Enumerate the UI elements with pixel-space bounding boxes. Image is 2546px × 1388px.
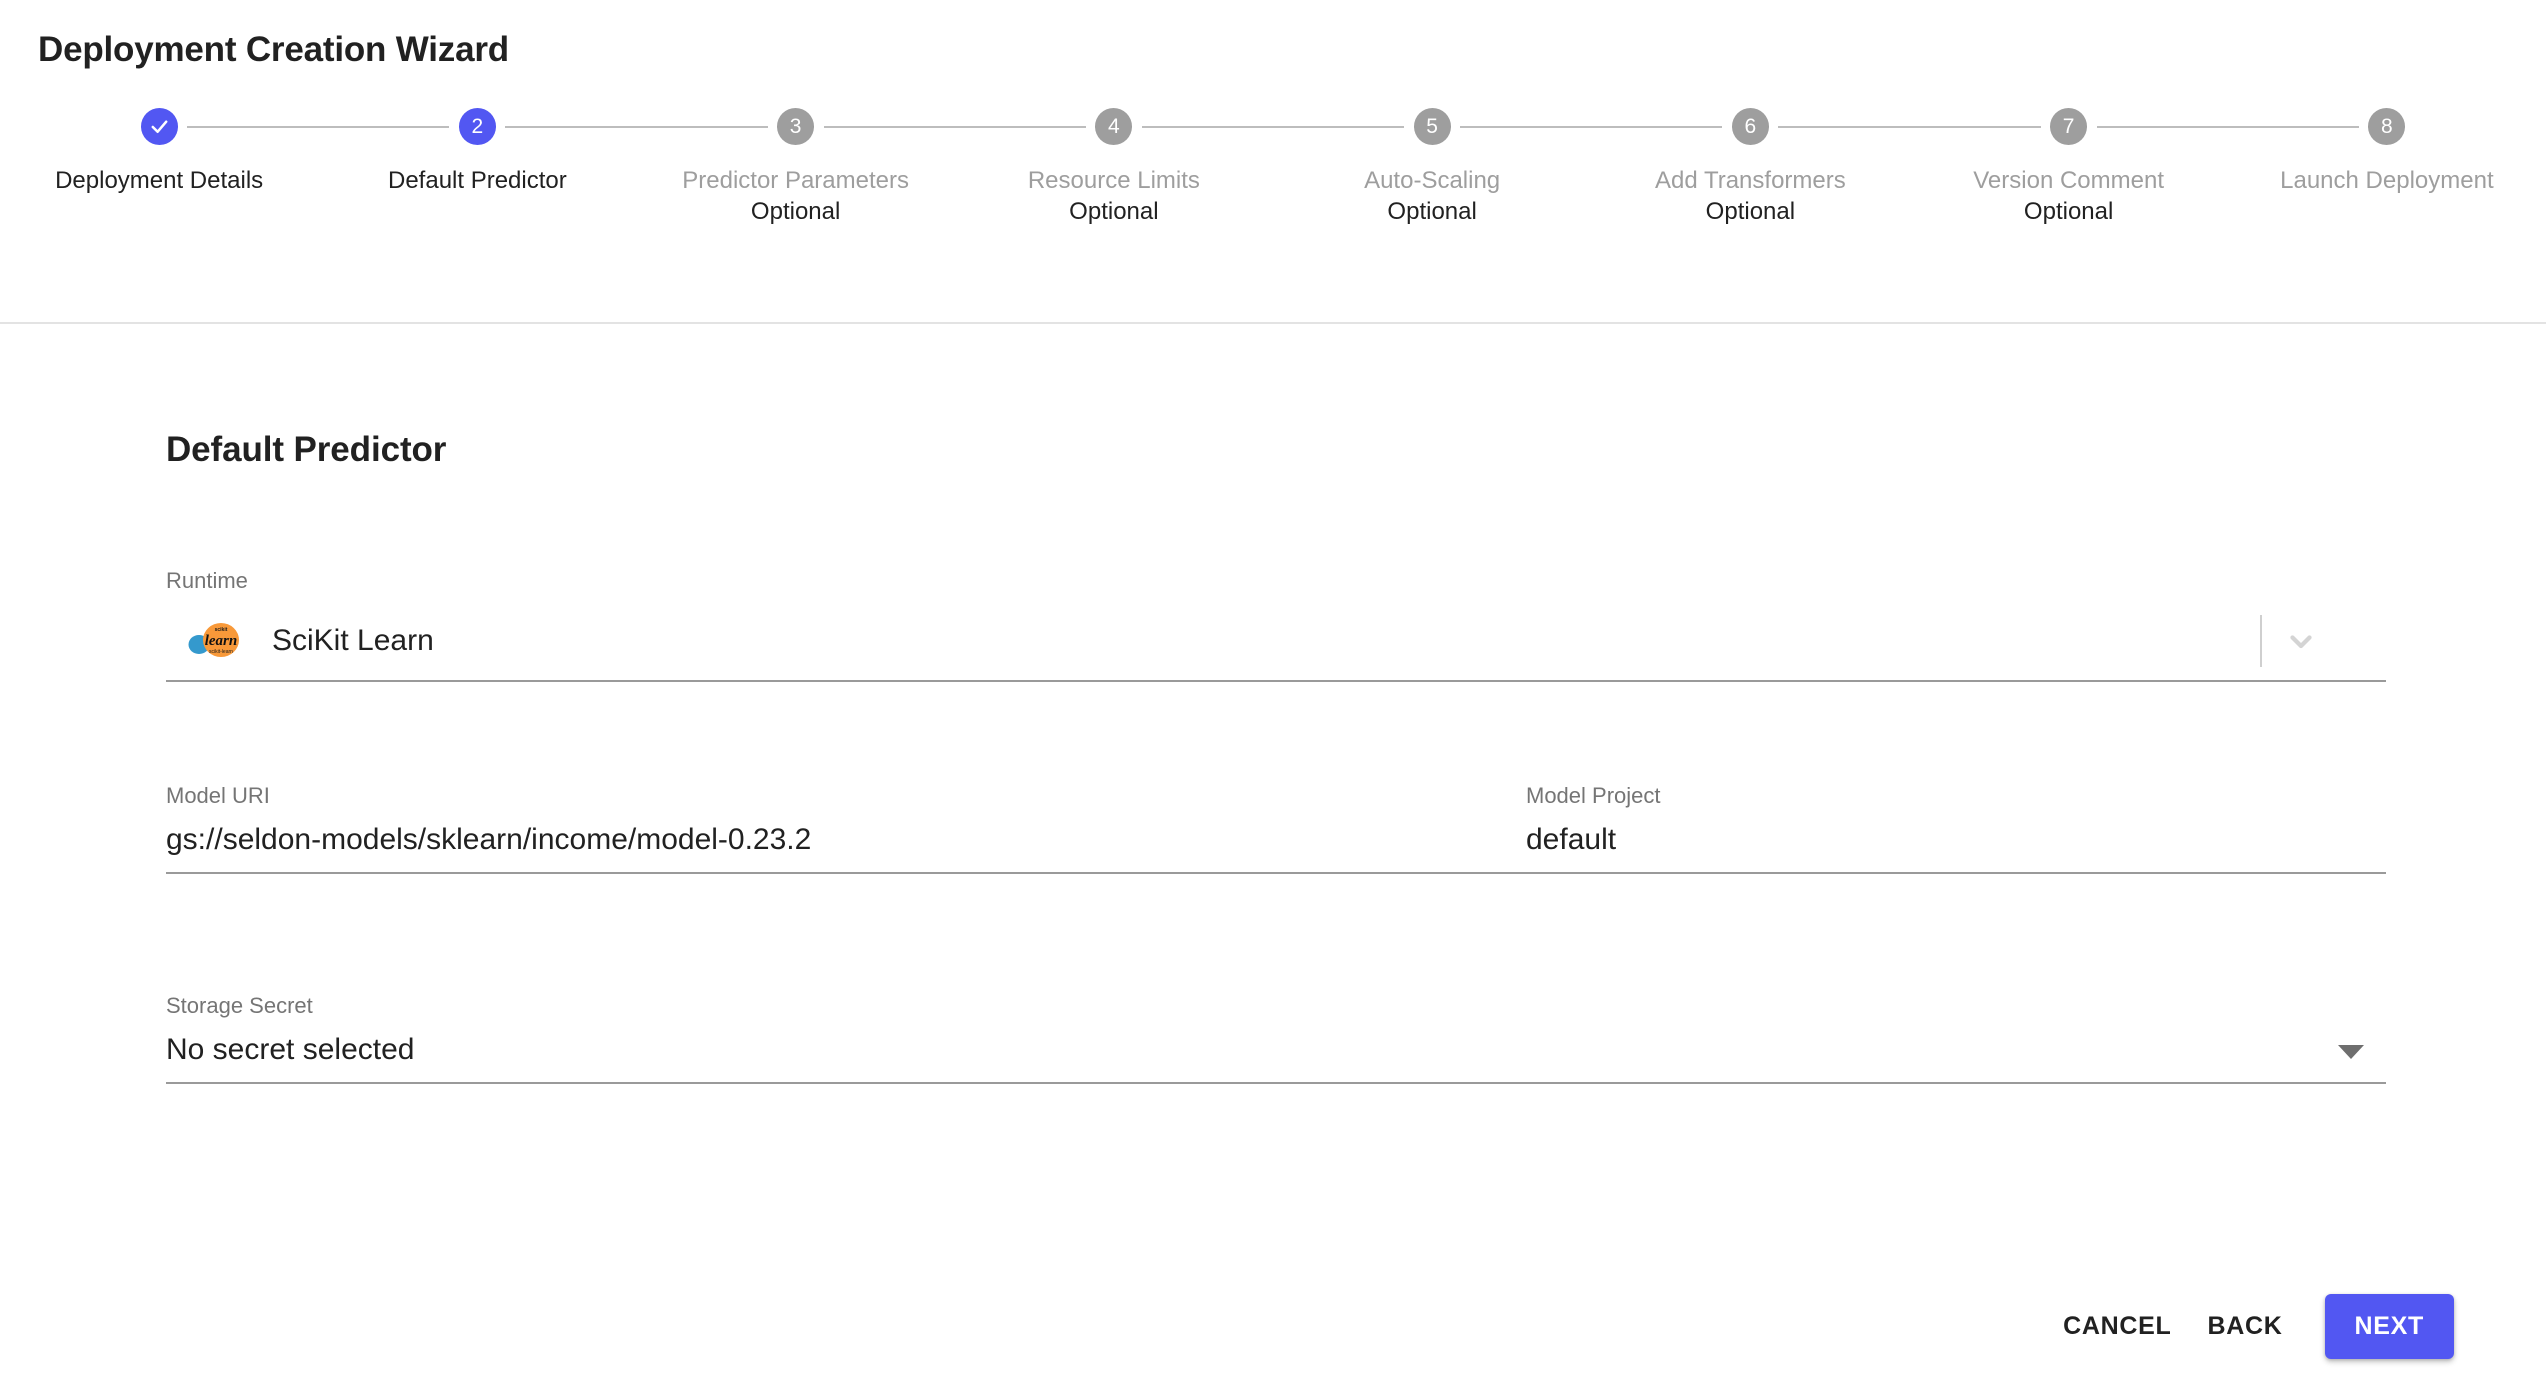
model-project-label: Model Project (1526, 783, 1661, 808)
step-labels: Add Transformers Optional (1591, 166, 1909, 227)
step-connector (1778, 126, 1910, 128)
model-uri-underline (166, 872, 1526, 874)
header-divider (0, 322, 2546, 324)
model-uri-input[interactable]: gs://seldon-models/sklearn/income/model-… (166, 825, 1526, 855)
step-label: Launch Deployment (2280, 167, 2494, 194)
wizard-step-3[interactable]: 3 Predictor Parameters Optional (636, 108, 955, 227)
check-icon (151, 120, 168, 134)
runtime-label: Runtime (166, 568, 248, 593)
step-circle-5[interactable]: 5 (1413, 108, 1451, 145)
step-label: Auto-Scaling (1364, 167, 1501, 194)
step-optional-label: Optional (750, 198, 841, 226)
wizard-step-8[interactable]: 8 Launch Deployment (2227, 108, 2546, 195)
page-title: Deployment Creation Wizard (38, 30, 509, 69)
model-fields-row: Model URI gs://seldon-models/sklearn/inc… (166, 785, 2386, 874)
step-label: Version Comment (1973, 167, 2164, 194)
step-labels: Version Comment Optional (1910, 166, 2228, 227)
scikit-learn-logo: scikit learn scikit-learn (186, 622, 240, 660)
step-labels: Auto-Scaling Optional (1273, 166, 1591, 227)
svg-text:scikit-learn: scikit-learn (209, 649, 233, 655)
wizard-step-4[interactable]: 4 Resource Limits Optional (954, 108, 1273, 227)
step-label: Deployment Details (55, 167, 264, 194)
wizard-step-7[interactable]: 7 Version Comment Optional (1909, 108, 2228, 227)
step-label: Resource Limits (1027, 167, 1200, 194)
storage-secret-underline (166, 1082, 2386, 1084)
step-circle-2[interactable]: 2 (458, 108, 496, 145)
step-connector (1591, 126, 1723, 128)
step-connector (2096, 126, 2228, 128)
step-label: Add Transformers (1655, 167, 1846, 194)
wizard-step-6[interactable]: 6 Add Transformers Optional (1591, 108, 1910, 227)
storage-secret-select[interactable]: No secret selected (166, 1035, 2386, 1065)
step-connector (318, 126, 450, 128)
step-optional-label: Optional (2023, 198, 2114, 226)
section-heading: Default Predictor (166, 430, 447, 469)
storage-secret-value: No secret selected (166, 1033, 415, 1066)
model-project-underline (1526, 872, 2386, 874)
step-connector (1909, 126, 2041, 128)
step-circle-4[interactable]: 4 (1095, 108, 1133, 145)
step-connector (954, 126, 1086, 128)
default-predictor-form: Default Predictor Runtime scikit learn s… (166, 430, 2386, 1084)
wizard-step-2[interactable]: 2 Default Predictor (318, 108, 637, 195)
step-circle-7[interactable]: 7 (2050, 108, 2088, 145)
step-connector (187, 126, 319, 128)
step-connector (1273, 126, 1405, 128)
wizard-stepper: Deployment Details 2 Default Predictor 3 Pre… (0, 108, 2546, 227)
step-optional-label: Optional (1387, 198, 1477, 226)
step-labels: Resource Limits Optional (955, 166, 1273, 227)
step-label: Default Predictor (388, 167, 567, 194)
runtime-underline (166, 680, 2386, 682)
runtime-divider (2260, 615, 2262, 667)
runtime-select-affordances (2260, 614, 2386, 668)
step-labels: Predictor Parameters Optional (637, 166, 955, 227)
wizard-footer-actions: CANCEL BACK NEXT (2045, 1294, 2454, 1359)
step-optional-label: Optional (1069, 198, 1159, 226)
runtime-select[interactable]: scikit learn scikit-learn SciKit Learn (166, 610, 2386, 672)
step-label: Predictor Parameters (682, 167, 909, 194)
step-connector (505, 126, 637, 128)
model-project-input[interactable]: default (1526, 825, 2386, 855)
wizard-step-1[interactable]: Deployment Details (0, 108, 319, 195)
model-project-field-group: Model Project default (1526, 785, 2386, 874)
chevron-down-icon[interactable] (2284, 624, 2318, 658)
storage-secret-field-group: Storage Secret No secret selected (166, 995, 2386, 1084)
step-circle-6[interactable]: 6 (1731, 108, 1769, 145)
back-button[interactable]: BACK (2189, 1298, 2300, 1355)
svg-text:learn: learn (205, 633, 238, 649)
next-button[interactable]: NEXT (2324, 1294, 2454, 1359)
step-labels: Default Predictor (318, 166, 636, 195)
runtime-value: SciKit Learn (272, 624, 434, 657)
step-optional-label: Optional (1705, 198, 1796, 226)
step-circle-1[interactable] (140, 108, 178, 145)
step-circle-8[interactable]: 8 (2368, 108, 2406, 145)
runtime-field-group: Runtime scikit learn scikit-learn SciKit… (166, 570, 2386, 682)
step-connector (823, 126, 955, 128)
step-connector (2227, 126, 2359, 128)
cancel-button[interactable]: CANCEL (2045, 1298, 2189, 1355)
deployment-creation-wizard-page: Deployment Creation Wizard Deployment De… (0, 0, 2546, 1388)
storage-secret-label: Storage Secret (166, 993, 313, 1018)
model-uri-field-group: Model URI gs://seldon-models/sklearn/inc… (166, 785, 1526, 874)
step-connector (1141, 126, 1273, 128)
wizard-step-5[interactable]: 5 Auto-Scaling Optional (1273, 108, 1592, 227)
step-connector (636, 126, 768, 128)
triangle-down-icon[interactable] (2338, 1045, 2364, 1059)
step-labels: Launch Deployment (2228, 166, 2546, 195)
step-circle-3[interactable]: 3 (777, 108, 815, 145)
model-uri-label: Model URI (166, 783, 270, 808)
step-labels: Deployment Details (0, 166, 318, 195)
step-connector (1460, 126, 1592, 128)
